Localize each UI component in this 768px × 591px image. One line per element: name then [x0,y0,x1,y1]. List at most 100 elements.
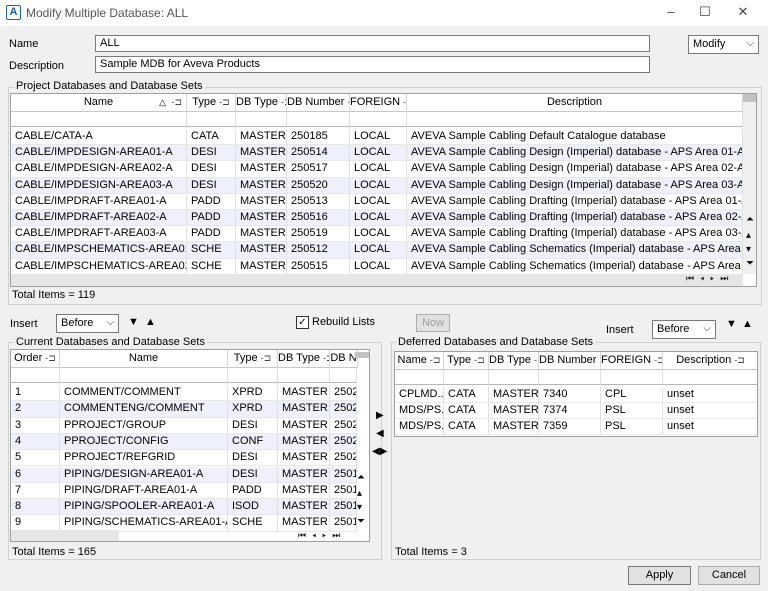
column-header-type[interactable]: Type -⊐ [444,352,489,370]
column-header-dbnumber[interactable]: DB Number-⊐ [539,352,601,370]
pin-icon[interactable]: -⊐ [171,94,182,111]
table-cell[interactable]: LOCAL [350,226,407,243]
table-cell[interactable]: 2501 [330,499,357,516]
table-cell[interactable]: MASTER [489,419,539,435]
table-cell[interactable]: 2502 [330,450,357,467]
table-cell[interactable]: PPROJECT/REFGRID [60,450,228,467]
column-header-name[interactable]: Name [60,350,228,368]
table-cell[interactable]: 250512 [287,242,350,259]
table-cell[interactable]: DESI [228,417,278,434]
table-cell[interactable]: AVEVA Sample Cabling Design (Imperial) d… [407,177,743,194]
insert-position-dropdown[interactable]: Before ⌵ [56,314,119,333]
column-header-dbtype[interactable]: DB Type-⊐ [278,350,330,368]
table-cell[interactable]: SCHE [228,515,278,532]
rebuild-lists-checkbox[interactable]: ✓ [296,316,309,329]
table-cell[interactable]: CABLE/IMPDRAFT-AREA02-A [11,210,187,227]
current-record-navigator[interactable]: ⏮◂▸⏭ [298,530,346,541]
filter-cell[interactable] [287,112,350,127]
table-cell[interactable]: MDS/PS... [395,419,444,435]
name-field[interactable]: ALL [95,35,650,52]
table-cell[interactable]: PPROJECT/CONFIG [60,433,228,451]
table-cell[interactable]: 2501 [330,466,357,483]
table-cell[interactable]: CABLE/IMPDESIGN-AREA02-A [11,161,187,178]
project-databases-grid[interactable]: Name△-⊐ Type-⊐ DB Type-⊐ DB Number-⊐ FOR… [10,93,757,287]
filter-cell[interactable] [236,112,287,127]
column-header-foreign[interactable]: FOREIGN-⊐ [350,94,407,112]
table-cell[interactable]: LOCAL [350,177,407,194]
column-header-dbnumber[interactable]: DB N [330,350,358,368]
table-cell[interactable]: LOCAL [350,258,407,275]
filter-cell[interactable] [330,368,357,383]
scroll-top-icon[interactable]: ⏶ [357,472,365,483]
filter-cell[interactable] [407,112,743,127]
scroll-down-icon[interactable]: ▾ [746,244,751,255]
description-field[interactable]: Sample MDB for Aveva Products [95,56,650,73]
scrollbar-thumb[interactable] [355,352,369,358]
table-cell[interactable]: CATA [444,419,489,435]
table-cell[interactable]: CONF [228,433,278,451]
table-cell[interactable]: 4 [11,433,60,451]
table-cell[interactable]: MASTER [236,210,287,227]
table-cell[interactable]: 5 [11,450,60,467]
column-header-type[interactable]: Type -⊐ [187,94,236,112]
table-cell[interactable]: AVEVA Sample Cabling Default Catalogue d… [407,129,743,146]
column-header-name[interactable]: Name △ -⊐ [11,94,187,112]
table-cell[interactable]: AVEVA Sample Cabling Drafting (Imperial)… [407,193,743,210]
table-cell[interactable]: 8 [11,499,60,516]
table-cell[interactable]: DESI [187,161,236,178]
table-cell[interactable]: LOCAL [350,145,407,162]
table-cell[interactable]: MASTER [236,161,287,178]
scrollbar-thumb[interactable] [743,94,756,102]
deferred-move-up-icon[interactable]: ▲ [742,318,753,330]
table-cell[interactable]: unset [663,419,757,435]
column-header-order[interactable]: Order -⊐ [11,350,60,368]
table-cell[interactable]: MASTER [278,466,330,483]
column-header-dbtype[interactable]: DB Type-⊐ [489,352,539,370]
table-cell[interactable]: PIPING/SPOOLER-AREA01-A [60,499,228,516]
project-record-navigator[interactable]: ⏮◂▸⏭ [686,273,734,284]
table-cell[interactable]: MASTER [278,385,330,402]
filter-cell[interactable] [444,370,489,385]
column-header-type[interactable]: Type -⊐ [228,350,278,368]
table-cell[interactable]: DESI [187,177,236,194]
table-cell[interactable]: MASTER [278,482,330,500]
table-cell[interactable]: CABLE/IMPSCHEMATICS-AREA02-A [11,258,187,275]
pin-icon[interactable]: -⊐ [323,353,329,363]
filter-cell[interactable] [11,368,60,383]
filter-cell[interactable] [278,368,330,383]
table-cell[interactable]: CATA [444,403,489,419]
table-cell[interactable]: MASTER [489,387,539,403]
table-cell[interactable]: MASTER [278,499,330,516]
filter-cell[interactable] [350,112,407,127]
scroll-down-icon[interactable]: ▾ [357,502,362,513]
table-cell[interactable]: 7340 [539,387,601,403]
filter-cell[interactable] [663,370,757,385]
table-cell[interactable]: MASTER [236,193,287,210]
table-cell[interactable]: 3 [11,417,60,434]
table-cell[interactable]: unset [663,387,757,403]
table-cell[interactable]: 2502 [330,385,357,402]
table-cell[interactable]: MDS/PS... [395,403,444,419]
table-cell[interactable]: PSL [601,403,663,419]
table-cell[interactable]: CATA [444,387,489,403]
pin-icon[interactable]: -⊐ [474,355,485,365]
table-cell[interactable]: LOCAL [350,193,407,210]
filter-cell[interactable] [187,112,236,127]
scroll-top-icon[interactable]: ⏶ [746,214,754,225]
project-horizontal-scrollbar[interactable] [11,274,743,286]
scroll-bottom-icon[interactable]: ⏷ [357,516,365,527]
filter-cell[interactable] [11,112,187,127]
table-cell[interactable]: XPRD [228,385,278,402]
table-cell[interactable]: XPRD [228,401,278,418]
scroll-up-icon[interactable]: ▴ [746,230,751,241]
table-cell[interactable]: MASTER [236,145,287,162]
table-cell[interactable]: MASTER [236,129,287,146]
move-right-icon[interactable]: ▶ [376,410,384,421]
table-cell[interactable]: 2501 [330,482,357,500]
deferred-databases-grid[interactable]: Name-⊐ Type-⊐ DB Type-⊐ DB Number-⊐ FORE… [394,351,758,437]
table-cell[interactable]: CABLE/CATA-A [11,129,187,146]
table-cell[interactable]: CABLE/IMPDRAFT-AREA01-A [11,193,187,210]
table-cell[interactable]: CATA [187,129,236,146]
table-cell[interactable]: MASTER [236,226,287,243]
table-cell[interactable]: PPROJECT/GROUP [60,417,228,434]
